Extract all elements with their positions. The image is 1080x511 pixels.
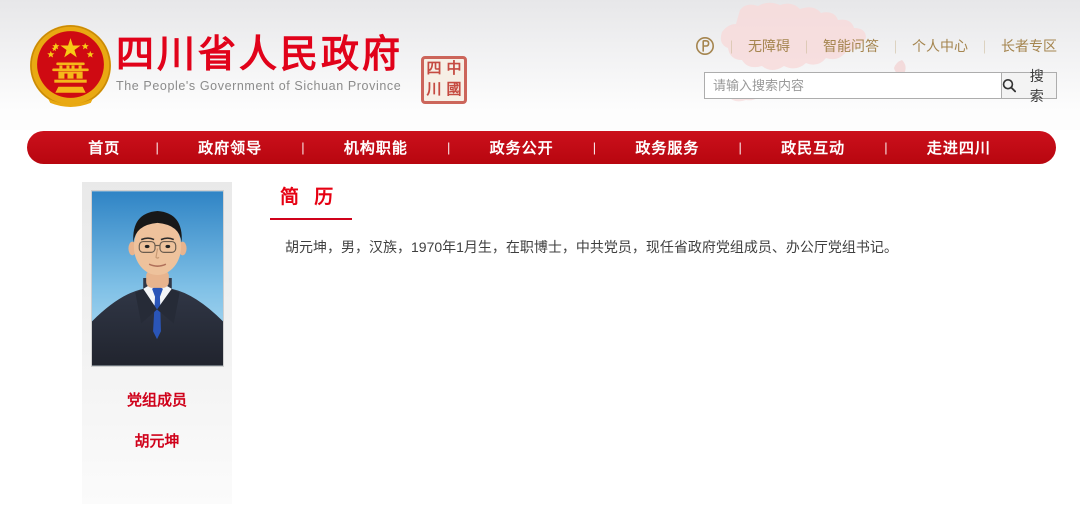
profile-panel: 党组成员 胡元坤	[82, 182, 232, 504]
top-link-senior-zone[interactable]: 长者专区	[1001, 36, 1057, 56]
main-nav: 首页 | 政府领导 | 机构职能 | 政务公开 | 政务服务 | 政民互动 | …	[27, 131, 1056, 164]
site-title: 四川省人民政府	[116, 33, 403, 77]
search-icon	[1002, 78, 1016, 93]
top-link-smart-qa[interactable]: 智能问答	[823, 36, 879, 56]
resume-section-title: 简 历	[270, 182, 1060, 209]
resume-section: 简 历 胡元坤，男，汉族，1970年1月生，在职博士，中共党员，现任省政府党组成…	[270, 182, 1060, 258]
search-button-label: 搜 索	[1019, 66, 1056, 106]
top-link-separator: ｜	[889, 37, 902, 56]
accessibility-p-icon[interactable]	[695, 36, 715, 56]
top-link-personal-center[interactable]: 个人中心	[912, 36, 968, 56]
national-emblem-icon	[28, 24, 113, 109]
page: 四川省人民政府 The People's Government of Sichu…	[0, 0, 1080, 511]
profile-name: 胡元坤	[82, 430, 232, 451]
nav-item-into-sichuan[interactable]: 走进四川	[888, 137, 1030, 158]
seal-char-top-left: 四	[426, 60, 441, 79]
resume-bio-text: 胡元坤，男，汉族，1970年1月生，在职博士，中共党员，现任省政府党组成员、办公…	[270, 236, 1060, 258]
site-title-block: 四川省人民政府 The People's Government of Sichu…	[116, 33, 403, 93]
site-header: 四川省人民政府 The People's Government of Sichu…	[0, 0, 1080, 130]
search-bar: 搜 索	[704, 72, 1057, 99]
seal-char-top-right: 中	[446, 60, 461, 79]
sichuan-seal-stamp: 四 中 川 國	[421, 56, 467, 104]
top-link-separator: ｜	[800, 37, 813, 56]
seal-char-bottom-right: 國	[446, 81, 461, 100]
nav-item-government-leaders[interactable]: 政府领导	[159, 137, 301, 158]
nav-item-institutional-functions[interactable]: 机构职能	[305, 137, 447, 158]
top-link-separator: ｜	[725, 37, 738, 56]
seal-char-bottom-left: 川	[426, 81, 441, 100]
nav-item-government-services[interactable]: 政务服务	[596, 137, 738, 158]
top-utility-links: ｜ 无障碍 ｜ 智能问答 ｜ 个人中心 ｜ 长者专区	[695, 36, 1057, 56]
site-subtitle: The People's Government of Sichuan Provi…	[116, 79, 403, 93]
official-portrait-photo	[91, 190, 224, 367]
nav-item-government-affairs-disclosure[interactable]: 政务公开	[450, 137, 592, 158]
resume-title-underline	[270, 218, 352, 220]
profile-role: 党组成员	[82, 389, 232, 410]
search-button[interactable]: 搜 索	[1001, 72, 1057, 99]
top-link-accessibility[interactable]: 无障碍	[748, 36, 790, 56]
nav-item-home[interactable]: 首页	[53, 137, 156, 158]
top-link-separator: ｜	[978, 37, 991, 56]
search-input[interactable]	[704, 72, 1001, 99]
nav-item-public-interaction[interactable]: 政民互动	[742, 137, 884, 158]
